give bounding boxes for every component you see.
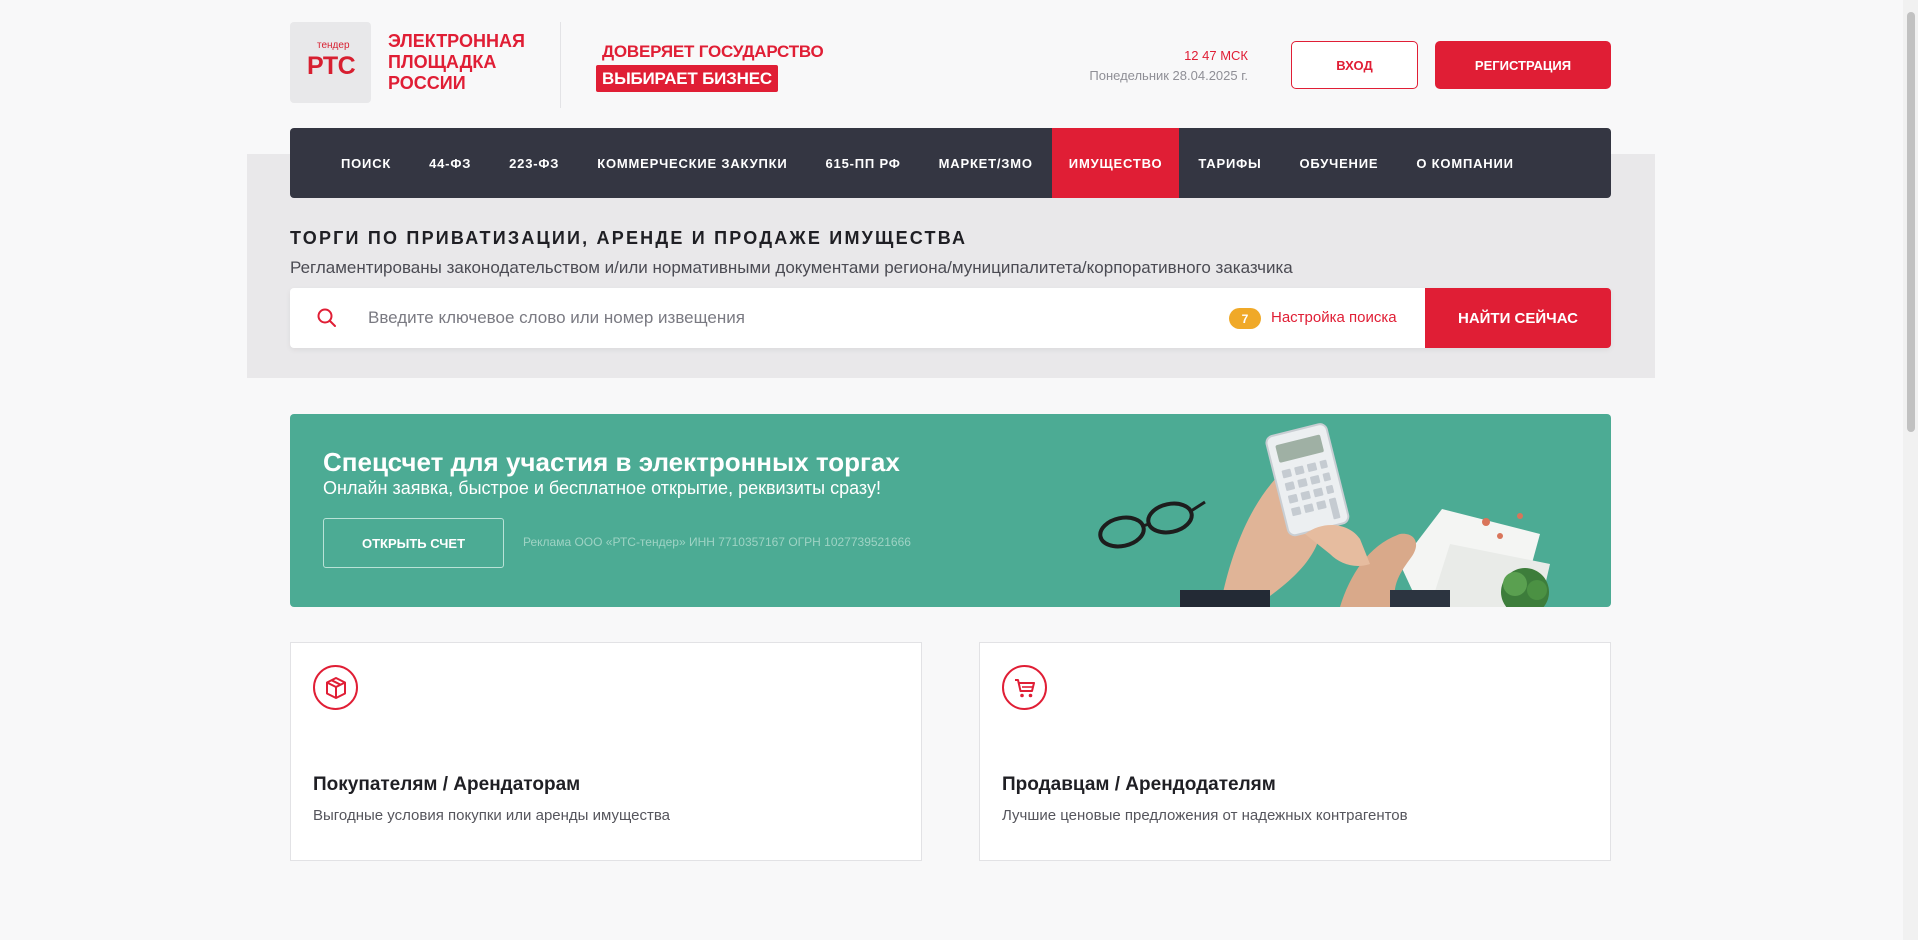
section-subtitle: Регламентированы законодательством и/или… (290, 258, 1293, 277)
logo-big-text: РТС (307, 52, 356, 80)
search-bar: 7 Настройка поиска НАЙТИ СЕЙЧАС (290, 288, 1611, 348)
open-account-button[interactable]: ОТКРЫТЬ СЧЕТ (323, 518, 504, 568)
page-scrollbar[interactable] (1903, 0, 1918, 940)
search-settings-count-badge[interactable]: 7 (1229, 308, 1261, 329)
find-now-button[interactable]: НАЙТИ СЕЙЧАС (1425, 288, 1611, 348)
business-slogan-badge: ВЫБИРАЕТ БИЗНЕС (596, 65, 778, 92)
site-header: тендер РТС ЭЛЕКТРОННАЯ ПЛОЩАДКА РОССИИ Д… (290, 20, 1611, 108)
logo[interactable]: тендер РТС (290, 22, 371, 103)
nav-item-property[interactable]: ИМУЩЕСТВО (1051, 128, 1180, 198)
nav-item-search[interactable]: ПОИСК (322, 128, 410, 198)
main-nav: ПОИСК 44-ФЗ 223-ФЗ КОММЕРЧЕСКИЕ ЗАКУПКИ … (290, 128, 1611, 198)
buyers-card[interactable]: Покупателям / Арендаторам Выгодные услов… (290, 642, 922, 861)
nav-item-44fz[interactable]: 44-ФЗ (410, 128, 490, 198)
card-title: Покупателям / Арендаторам (313, 774, 581, 795)
search-icon (315, 306, 339, 330)
nav-item-training[interactable]: ОБУЧЕНИЕ (1281, 128, 1398, 198)
glasses-icon (1098, 500, 1206, 549)
nav-item-tariffs[interactable]: ТАРИФЫ (1179, 128, 1280, 198)
card-title: Продавцам / Арендодателям (1002, 774, 1276, 795)
search-settings-link[interactable]: Настройка поиска (1271, 309, 1397, 326)
box-icon (313, 665, 358, 710)
banner-title: Спецсчет для участия в электронных торга… (323, 447, 900, 477)
current-date: Понедельник 28.04.2025 г. (1089, 68, 1248, 83)
current-time: 12 47 МСК (1184, 48, 1248, 63)
search-input[interactable] (368, 300, 1168, 336)
banner-subtitle: Онлайн заявка, быстрое и бесплатное откр… (323, 478, 881, 498)
nav-item-615pp[interactable]: 615-ПП РФ (807, 128, 920, 198)
trust-slogan: ДОВЕРЯЕТ ГОСУДАРСТВО (602, 42, 824, 61)
nav-item-223fz[interactable]: 223-ФЗ (490, 128, 578, 198)
logo-small-text: тендер (317, 40, 350, 51)
nav-item-about[interactable]: О КОМПАНИИ (1397, 128, 1532, 198)
login-button[interactable]: ВХОД (1291, 41, 1418, 89)
platform-title: ЭЛЕКТРОННАЯ ПЛОЩАДКА РОССИИ (388, 31, 525, 93)
promo-banner[interactable]: Спецсчет для участия в электронных торга… (290, 414, 1611, 607)
scrollbar-thumb[interactable] (1907, 12, 1915, 432)
header-divider (560, 22, 561, 108)
nav-item-commercial[interactable]: КОММЕРЧЕСКИЕ ЗАКУПКИ (578, 128, 806, 198)
card-text: Лучшие ценовые предложения от надежных к… (1002, 807, 1408, 824)
cart-icon (1002, 665, 1047, 710)
sellers-card[interactable]: Продавцам / Арендодателям Лучшие ценовые… (979, 642, 1611, 861)
calculator-hands-illustration (1098, 423, 1550, 607)
ad-disclaimer: Реклама ООО «РТС-тендер» ИНН 7710357167 … (523, 535, 911, 549)
section-title: ТОРГИ ПО ПРИВАТИЗАЦИИ, АРЕНДЕ И ПРОДАЖЕ … (290, 228, 968, 248)
card-text: Выгодные условия покупки или аренды имущ… (313, 807, 671, 824)
register-button[interactable]: РЕГИСТРАЦИЯ (1435, 41, 1611, 89)
nav-item-market[interactable]: МАРКЕТ/ЗМО (920, 128, 1052, 198)
